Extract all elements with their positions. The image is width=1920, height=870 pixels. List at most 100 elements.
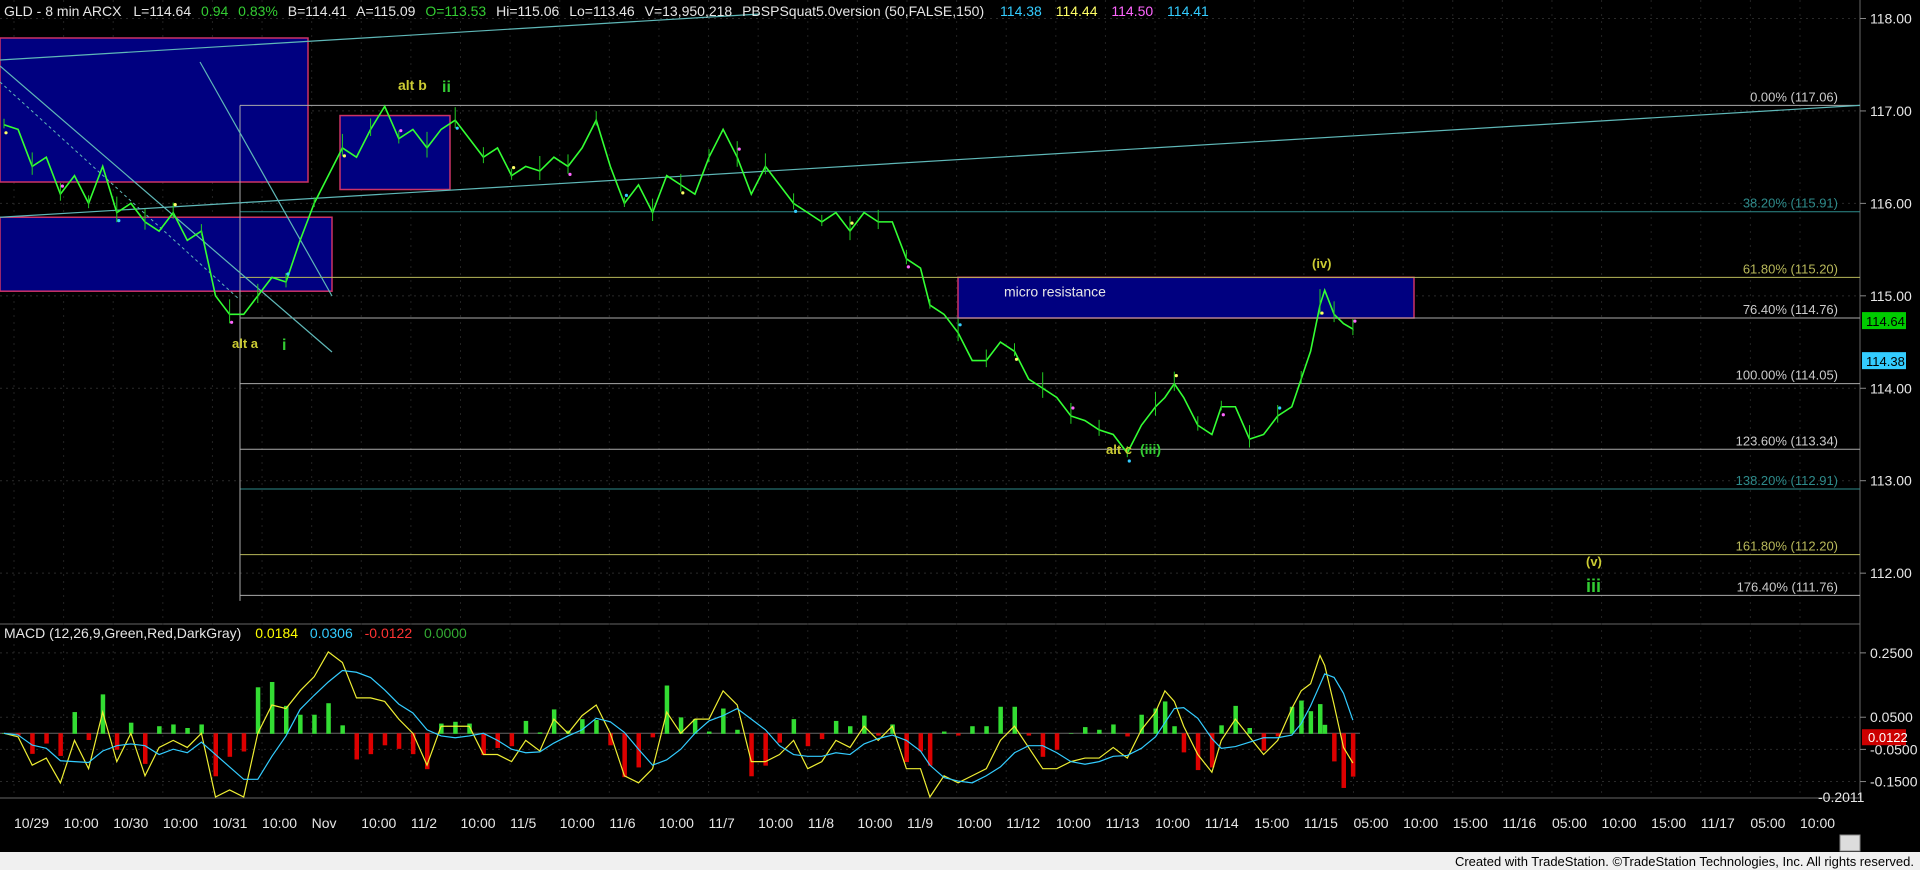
scrollbar-handle[interactable]	[1839, 834, 1861, 852]
indicator-dot	[455, 126, 459, 130]
indicator-value-3: 114.50	[1111, 3, 1153, 19]
x-tick-label: 11/17	[1701, 815, 1735, 831]
macd-histogram-bar	[312, 714, 317, 734]
macd-histogram-bar	[1308, 711, 1314, 734]
wave-label: iii	[1586, 576, 1601, 596]
macd-header: MACD (12,26,9,Green,Red,DarkGray) 0.0184…	[4, 625, 467, 641]
fib-level-label: 38.20% (115.91)	[1743, 196, 1838, 211]
indicator-dot	[737, 147, 741, 151]
x-tick-label: 11/16	[1502, 815, 1536, 831]
macd-histogram-bar	[157, 726, 162, 734]
macd-histogram-bar	[326, 703, 331, 734]
x-tick-label: 10:00	[262, 815, 297, 831]
net-change: 0.94	[201, 3, 228, 19]
macd-histogram-bar	[833, 720, 839, 734]
wave-label: alt c	[1106, 442, 1132, 457]
macd-histogram-bar	[1350, 733, 1356, 777]
wave-label: alt a	[232, 336, 259, 351]
indicator-dot	[1174, 374, 1178, 378]
macd-histogram-bar	[927, 733, 933, 766]
wave-label: alt b	[398, 77, 427, 93]
macd-histogram-bar	[86, 733, 92, 740]
x-tick-label: 10:00	[461, 815, 496, 831]
macd-histogram-bar	[227, 733, 233, 757]
indicator-dot	[342, 154, 346, 158]
fib-level-label: 76.40% (114.76)	[1743, 302, 1838, 317]
macd-histogram-bar	[1026, 733, 1032, 736]
macd-histogram-bar	[1125, 733, 1130, 737]
macd-histogram-bar	[241, 733, 247, 752]
x-tick-label: 11/8	[808, 815, 834, 831]
zone-box	[0, 37, 309, 183]
macd-histogram-bar	[114, 733, 120, 750]
macd-value-4: 0.0000	[424, 625, 467, 641]
indicator-dot	[681, 191, 685, 195]
x-tick-label: 10:00	[659, 815, 694, 831]
x-tick-label: 11/12	[1006, 815, 1040, 831]
x-tick-label: 11/2	[411, 815, 437, 831]
indicator-dot	[117, 219, 121, 223]
price-tag-label: 114.64	[1866, 314, 1905, 329]
macd-histogram-bar	[44, 733, 49, 744]
macd-histogram-bar	[998, 706, 1003, 734]
macd-histogram-bar	[396, 733, 402, 749]
x-tick-label: 10:00	[64, 815, 99, 831]
price-tag-label: 114.38	[1866, 354, 1905, 369]
macd-histogram-bar	[707, 731, 712, 734]
tradestation-chart: micro resistance 0.00% (117.06) 38.20% (1…	[0, 0, 1920, 870]
x-tick-label: 11/13	[1105, 815, 1139, 831]
macd-histogram-bar	[664, 685, 670, 734]
macd-histogram-bar	[970, 726, 975, 734]
indicator-dot	[286, 272, 290, 276]
macd-histogram-bar	[1261, 733, 1267, 751]
macd-histogram-bar	[509, 733, 515, 747]
indicator-value-4: 114.41	[1167, 3, 1209, 19]
indicator-dot	[1278, 406, 1282, 410]
indicator-dot	[1221, 413, 1225, 417]
macd-histogram-bar	[876, 733, 881, 736]
macd-histogram-bar	[1054, 733, 1060, 750]
x-tick-label: 10:00	[1056, 815, 1091, 831]
macd-histogram-bar	[58, 733, 63, 756]
x-tick-label: 10:00	[163, 815, 198, 831]
last-price: L=114.64	[133, 3, 191, 19]
macd-tick-label: 0.0500	[1870, 709, 1913, 725]
x-tick-label: 10:00	[361, 815, 396, 831]
x-tick-label: 10:00	[1602, 815, 1637, 831]
indicator-dot	[958, 323, 962, 327]
y-tick-label: 113.00	[1870, 473, 1912, 489]
y-tick-label: 117.00	[1870, 103, 1912, 119]
macd-histogram-bar	[594, 720, 599, 734]
x-tick-label: 11/5	[510, 815, 536, 831]
fib-level-label: 176.40% (111.76)	[1737, 579, 1838, 594]
macd-histogram-bar	[956, 733, 961, 736]
macd-histogram-bar	[650, 733, 656, 738]
macd-histogram-bar	[862, 715, 867, 734]
macd-value-3: -0.0122	[365, 625, 413, 641]
macd-histogram-bar	[255, 687, 261, 734]
macd-histogram-bar	[1172, 726, 1177, 734]
macd-histogram-bar	[1219, 725, 1224, 734]
macd-histogram-bar	[298, 714, 303, 734]
x-tick-label: 10:00	[957, 815, 992, 831]
wave-label: (v)	[1586, 554, 1602, 569]
x-tick-label: 10:00	[1403, 815, 1438, 831]
wave-label: i	[282, 337, 286, 354]
macd-histogram-bar	[1181, 733, 1187, 753]
macd-histogram-bar	[1322, 724, 1328, 734]
indicator-dot	[230, 320, 234, 324]
indicator-dot	[1353, 319, 1357, 323]
macd-histogram-bar	[904, 733, 909, 763]
macd-histogram-bar	[1299, 700, 1304, 734]
zone-box	[339, 114, 451, 191]
time-x-axis: 10/29 10:00 10/30 10:00 10/31 10:00 Nov 10:00 11…	[14, 815, 1835, 831]
macd-histogram-bar	[340, 725, 345, 734]
x-tick-label: 11/7	[709, 815, 735, 831]
macd-histogram-bar	[537, 732, 543, 734]
x-tick-label: 15:00	[1453, 815, 1488, 831]
fib-level-label: 138.20% (112.91)	[1736, 473, 1838, 488]
macd-histogram-bar	[143, 733, 148, 764]
x-tick-label: 10:00	[1155, 815, 1190, 831]
y-tick-label: 115.00	[1870, 288, 1912, 304]
indicator-dot	[1014, 357, 1019, 361]
